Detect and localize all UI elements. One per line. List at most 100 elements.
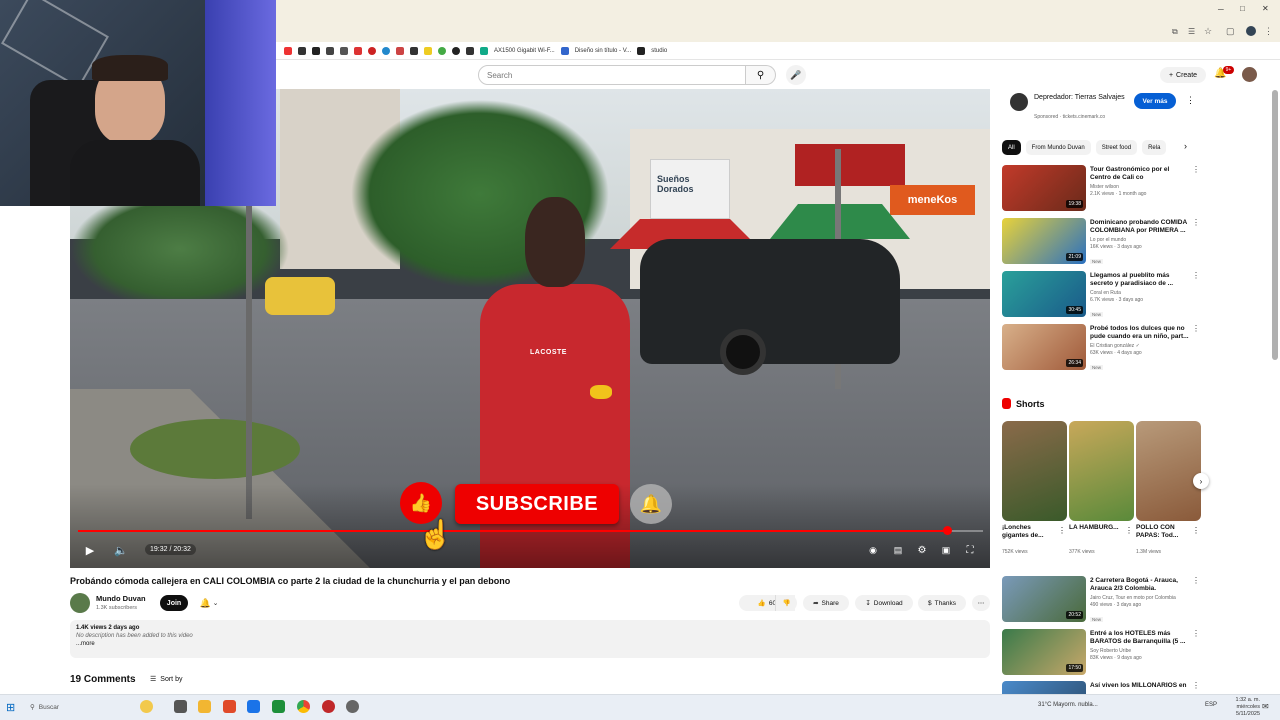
bookmark-icon[interactable] <box>396 46 404 55</box>
volume-icon[interactable]: 🔈 <box>113 542 129 558</box>
play-icon[interactable]: ▶ <box>82 542 98 558</box>
search-input[interactable]: Search <box>478 65 746 85</box>
more-options-icon[interactable]: ⋮ <box>1192 165 1200 174</box>
autoplay-toggle-icon[interactable]: ◉ <box>862 542 884 558</box>
sort-by-button[interactable]: ☰ Sort by <box>150 675 182 684</box>
task-view-icon[interactable] <box>174 700 187 713</box>
close-window-button[interactable]: ✕ <box>1262 4 1269 13</box>
brave-icon[interactable] <box>223 700 236 713</box>
recommendation-item[interactable]: 30:45 Llegamos al pueblito más secreto y… <box>1002 271 1202 321</box>
user-avatar[interactable] <box>1242 67 1257 82</box>
more-options-icon[interactable]: ⋮ <box>1058 526 1066 535</box>
rec-channel[interactable]: Soy Roberto Uribe <box>1090 648 1131 654</box>
taskbar-search[interactable]: ⚲ Buscar <box>30 700 125 714</box>
thanks-button[interactable]: $ Thanks <box>918 595 966 611</box>
channel-name[interactable]: Mundo Duvan <box>96 594 146 603</box>
bookmark-icon[interactable] <box>637 46 646 55</box>
bookmark-icon[interactable] <box>326 46 334 55</box>
short-thumbnail[interactable] <box>1002 421 1067 521</box>
bookmark-icon[interactable] <box>438 46 446 55</box>
channel-avatar[interactable] <box>70 593 90 613</box>
bookmark-icon[interactable] <box>354 46 362 55</box>
bookmark-icon[interactable] <box>298 46 306 55</box>
rec-title[interactable]: Entré a los HOTELES más BARATOS de Barra… <box>1090 630 1190 646</box>
progress-scrubber[interactable] <box>942 526 952 535</box>
rec-title[interactable]: Así viven los MILLONARIOS en <box>1090 682 1190 690</box>
miniplayer-icon[interactable]: ▣ <box>938 542 954 558</box>
language-indicator[interactable]: ESP <box>1205 702 1217 708</box>
weather-widget[interactable]: 31°C Mayorm. nubla... <box>1038 702 1098 708</box>
notification-center-icon[interactable]: ✉ <box>1262 702 1269 711</box>
bookmark-icon[interactable] <box>424 46 432 55</box>
video-thumbnail[interactable]: 30:45 <box>1002 271 1086 317</box>
rec-channel[interactable]: Mister wilson <box>1090 184 1119 190</box>
bookmark-icon[interactable] <box>410 46 418 55</box>
chip-street-food[interactable]: Street food <box>1095 140 1138 155</box>
chip-related[interactable]: Rela <box>1142 140 1167 155</box>
rec-title[interactable]: Probé todos los dulces que no pude cuand… <box>1090 325 1190 341</box>
more-options-icon[interactable]: ⋮ <box>1192 218 1200 227</box>
ad-title[interactable]: Depredador: Tierras Salvajes <box>1034 93 1134 102</box>
more-options-icon[interactable]: ⋮ <box>1192 526 1200 535</box>
rec-title[interactable]: 2 Carretera Bogotá - Arauca, Arauca 2/3 … <box>1090 577 1190 593</box>
video-thumbnail[interactable]: 19:38 <box>1002 165 1086 211</box>
bookmark-star-icon[interactable]: ☆ <box>1204 26 1212 37</box>
bookmark-link[interactable]: Diseño sin título - V... <box>575 48 631 54</box>
excel-icon[interactable] <box>272 700 285 713</box>
short-title[interactable]: ¡Lonches gigantes de... <box>1002 524 1057 540</box>
rec-title[interactable]: Tour Gastronómico por el Centro de Cali … <box>1090 166 1190 182</box>
app-icon[interactable] <box>247 700 260 713</box>
bookmark-icon[interactable] <box>466 46 474 55</box>
join-button[interactable]: Join <box>160 595 188 611</box>
more-options-icon[interactable]: ⋮ <box>1192 629 1200 638</box>
rec-channel[interactable]: Jairo Cruz, Tour en moto por Colombia <box>1090 595 1176 601</box>
bookmark-icon[interactable] <box>452 46 460 55</box>
show-more-link[interactable]: ...more <box>76 641 984 647</box>
bookmark-link[interactable]: AX1500 Gigabit Wi-F... <box>494 48 555 54</box>
video-thumbnail[interactable]: 21:09 <box>1002 218 1086 264</box>
minimize-button[interactable]: ─ <box>1218 5 1224 14</box>
ad-menu-icon[interactable]: ⋮ <box>1186 95 1195 106</box>
extensions-icon[interactable]: ⧉ <box>1172 27 1178 37</box>
rec-channel[interactable]: Coral en Ruta <box>1090 290 1121 296</box>
chip-from-channel[interactable]: From Mundo Duvan <box>1025 140 1091 155</box>
rec-title[interactable]: Dominicano probando COMIDA COLOMBIANA po… <box>1090 219 1190 235</box>
bookmark-icon[interactable] <box>368 46 376 55</box>
short-thumbnail[interactable] <box>1069 421 1134 521</box>
search-button[interactable]: ⚲ <box>746 65 776 85</box>
fullscreen-icon[interactable]: ⛶ <box>962 542 978 558</box>
reading-list-icon[interactable]: ☰ <box>1188 27 1195 36</box>
subscription-bell-button[interactable]: 🔔 ⌄ <box>194 595 224 611</box>
app-icon[interactable] <box>322 700 335 713</box>
bookmark-icon[interactable] <box>480 46 488 55</box>
short-thumbnail[interactable] <box>1136 421 1201 521</box>
copilot-icon[interactable] <box>140 700 153 713</box>
download-button[interactable]: ↧ Download <box>855 595 913 611</box>
recommendation-item[interactable]: Así viven los MILLONARIOS en ⋮ <box>1002 681 1202 694</box>
menu-dots-icon[interactable]: ⋮ <box>1264 26 1273 37</box>
chrome-icon[interactable] <box>297 700 310 713</box>
bookmark-icon[interactable] <box>284 46 292 55</box>
more-actions-icon[interactable]: ⋯ <box>972 595 990 611</box>
recommendation-item[interactable]: 20:52 2 Carretera Bogotá - Arauca, Arauc… <box>1002 576 1202 626</box>
bookmark-icon[interactable] <box>382 46 390 55</box>
taskbar-clock[interactable]: 1:32 a. m. miércoles 5/11/2025 <box>1230 697 1260 718</box>
recommendation-item[interactable]: 19:38 Tour Gastronómico por el Centro de… <box>1002 165 1202 215</box>
more-options-icon[interactable]: ⋮ <box>1192 324 1200 333</box>
video-thumbnail[interactable]: 20:52 <box>1002 576 1086 622</box>
profile-icon[interactable] <box>1246 26 1256 36</box>
bookmark-link[interactable]: studio <box>651 48 667 54</box>
ad-cta-button[interactable]: Ver más <box>1134 93 1176 109</box>
captions-icon[interactable]: ▤ <box>890 542 906 558</box>
settings-gear-icon[interactable]: ⚙ <box>914 542 930 558</box>
page-scrollbar[interactable] <box>1272 90 1278 360</box>
more-options-icon[interactable]: ⋮ <box>1192 271 1200 280</box>
recommendation-item[interactable]: 17:50 Entré a los HOTELES más BARATOS de… <box>1002 629 1202 679</box>
recommendation-item[interactable]: 21:09 Dominicano probando COMIDA COLOMBI… <box>1002 218 1202 268</box>
settings-gear-icon[interactable] <box>346 700 359 713</box>
bookmark-icon[interactable] <box>560 46 569 55</box>
voice-search-button[interactable]: 🎤 <box>786 65 806 85</box>
dislike-button[interactable]: 👎 <box>775 595 797 611</box>
rec-title[interactable]: Llegamos al pueblito más secreto y parad… <box>1090 272 1190 288</box>
video-thumbnail[interactable]: 17:50 <box>1002 629 1086 675</box>
